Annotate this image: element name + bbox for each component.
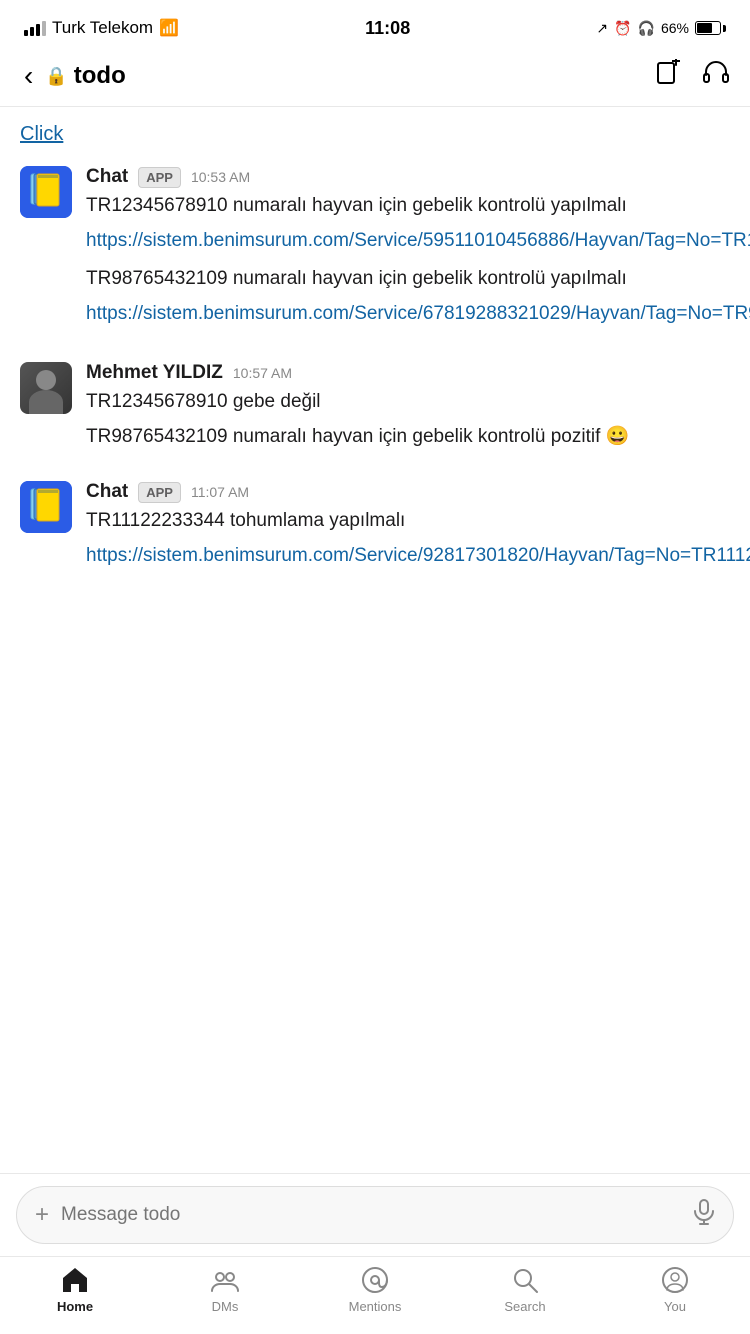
message-3-content: Chat APP 11:07 AM TR11122233344 tohumlam…	[86, 481, 750, 580]
message-1: Chat APP 10:53 AM TR12345678910 numaralı…	[20, 166, 730, 338]
timestamp-3: 11:07 AM	[191, 484, 249, 500]
status-time: 11:08	[365, 18, 410, 39]
input-area: +	[0, 1173, 750, 1256]
signal-icon	[24, 20, 46, 36]
headphones-status-icon: 🎧	[638, 20, 655, 37]
app-badge-1: APP	[138, 167, 181, 188]
nav-mentions[interactable]: Mentions	[335, 1265, 415, 1314]
battery-icon	[695, 21, 726, 35]
message-2-text-1: TR12345678910 gebe değil	[86, 388, 730, 417]
bottom-nav: Home DMs Mentions Search	[0, 1256, 750, 1334]
nav-home-label: Home	[57, 1299, 93, 1314]
header: ‹ 🔒 todo	[0, 50, 750, 107]
message-1-text-2: TR98765432109 numaralı hayvan için gebel…	[86, 265, 750, 294]
sender-name-mehmet: Mehmet YILDIZ	[86, 362, 223, 384]
status-right: ↗ ⏰ 🎧 66%	[596, 20, 726, 37]
channel-title: 🔒 todo	[45, 62, 125, 90]
add-attachment-button[interactable]: +	[35, 1203, 49, 1227]
nav-you-label: You	[664, 1299, 686, 1314]
message-input[interactable]	[61, 1204, 681, 1226]
app-badge-3: APP	[138, 482, 181, 503]
click-link[interactable]: Click	[20, 123, 730, 146]
nav-search[interactable]: Search	[485, 1265, 565, 1314]
nav-search-label: Search	[504, 1299, 545, 1314]
chat-app-avatar	[20, 166, 72, 218]
sender-name-chat-1: Chat	[86, 166, 128, 188]
header-right	[654, 59, 730, 94]
message-1-content: Chat APP 10:53 AM TR12345678910 numaralı…	[86, 166, 750, 338]
channel-name: todo	[74, 62, 126, 90]
mehmet-avatar	[20, 362, 72, 414]
location-icon: ↗	[596, 20, 608, 37]
status-left: Turk Telekom 📶	[24, 18, 179, 38]
add-channel-button[interactable]	[654, 59, 682, 94]
message-2-text-2: TR98765432109 numaralı hayvan için gebel…	[86, 423, 730, 452]
chat-scroll-area: Click Chat APP 10:53 AM TR12345678910 n	[0, 107, 750, 1173]
alarm-icon: ⏰	[614, 20, 631, 37]
timestamp-1: 10:53 AM	[191, 169, 250, 185]
timestamp-2: 10:57 AM	[233, 365, 292, 381]
message-3-text-1: TR11122233344 tohumlama yapılmalı	[86, 507, 750, 536]
message-1-text-1: TR12345678910 numaralı hayvan için gebel…	[86, 192, 750, 221]
nav-home[interactable]: Home	[35, 1265, 115, 1314]
nav-dms-label: DMs	[212, 1299, 239, 1314]
message-2-content: Mehmet YILDIZ 10:57 AM TR12345678910 geb…	[86, 362, 730, 457]
chat-app-avatar-2	[20, 481, 72, 533]
microphone-button[interactable]	[693, 1199, 715, 1231]
message-3: Chat APP 11:07 AM TR11122233344 tohumlam…	[20, 481, 730, 580]
message-1-link-1[interactable]: https://sistem.benimsurum.com/Service/59…	[86, 227, 750, 256]
status-bar: Turk Telekom 📶 11:08 ↗ ⏰ 🎧 66%	[0, 0, 750, 50]
message-1-link-2[interactable]: https://sistem.benimsurum.com/Service/67…	[86, 300, 750, 329]
message-3-header: Chat APP 11:07 AM	[86, 481, 750, 503]
message-3-link-1[interactable]: https://sistem.benimsurum.com/Service/92…	[86, 542, 750, 571]
headphones-button[interactable]	[702, 59, 730, 94]
back-button[interactable]: ‹	[20, 58, 37, 94]
sender-name-chat-3: Chat	[86, 481, 128, 503]
battery-percent: 66%	[661, 20, 689, 36]
nav-dms[interactable]: DMs	[185, 1265, 265, 1314]
lock-icon: 🔒	[45, 66, 67, 87]
nav-mentions-label: Mentions	[349, 1299, 402, 1314]
wifi-icon: 📶	[159, 18, 179, 38]
message-2: Mehmet YILDIZ 10:57 AM TR12345678910 geb…	[20, 362, 730, 457]
input-box: +	[16, 1186, 734, 1244]
message-2-header: Mehmet YILDIZ 10:57 AM	[86, 362, 730, 384]
header-left: ‹ 🔒 todo	[20, 58, 126, 94]
nav-you[interactable]: You	[635, 1265, 715, 1314]
message-1-header: Chat APP 10:53 AM	[86, 166, 750, 188]
carrier-name: Turk Telekom	[52, 18, 153, 38]
